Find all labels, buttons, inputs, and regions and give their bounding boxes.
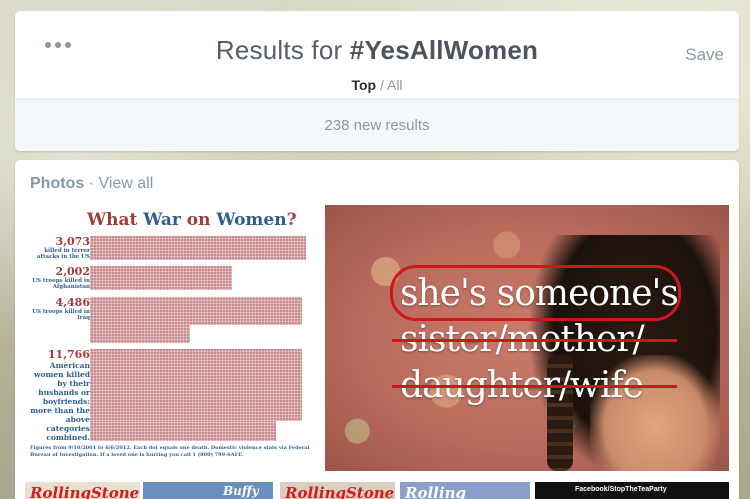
infographic-title-war: War [143,210,181,230]
title-hashtag: #YesAllWomen [349,35,539,65]
photos-label: Photos [30,175,85,192]
infographic-title-mid: on [180,210,217,230]
infographic-title-women: Women [216,210,287,230]
search-results-header: Results for #YesAllWomen Save Top / All … [15,11,739,151]
quote-line-1: she's someone's [390,265,729,321]
title-prefix: Results for [215,35,350,65]
photo-infographic[interactable]: What War on Women? 3,073 killed in terro… [25,205,325,470]
thumb-5[interactable]: Facebook/StopTheTeaParty [535,482,729,499]
stat-afghanistan: 2,002 US troops killed in Afghanistan [30,265,90,290]
photos-header: Photos · View all [30,175,153,193]
thumb-3[interactable]: RollingStone [280,482,395,499]
photos-separator: · [84,175,99,192]
stat-number: 2,002 [55,265,90,278]
page-title: Results for #YesAllWomen [15,35,739,66]
stat-desc: killed in terror attacks in the US [36,248,90,260]
stat-domestic: 11,766 American women killed by their hu… [30,348,90,442]
bar-iraq-bottom [90,325,190,343]
bar-domestic-bottom [90,421,276,441]
filter-separator: / [376,77,387,93]
stat-terror: 3,073 killed in terror attacks in the US [30,235,90,260]
thumb-2-text: Buffy [223,484,259,498]
infographic-title: What War on Women? [87,210,297,230]
infographic-title-q: ? [286,210,297,230]
thumb-4[interactable]: Rolling [400,482,530,499]
thumb-3-text: RollingStone [285,484,395,499]
quote-text: she's someone's sister/mother/ daughter/… [390,265,729,409]
results-filter: Top / All [15,77,739,93]
save-search-button[interactable]: Save [685,45,724,65]
filter-top[interactable]: Top [351,77,376,93]
view-all-link[interactable]: View all [98,175,153,192]
new-results-bar[interactable]: 238 new results [15,99,739,151]
thumb-5-text: Facebook/StopTheTeaParty [575,486,667,493]
thumb-2[interactable]: Buffy [143,482,273,499]
stat-desc: American women killed by their husbands … [30,361,90,442]
thumb-4-text: Rolling [405,484,466,499]
stat-number: 4,486 [55,296,90,309]
filter-all[interactable]: All [387,77,403,93]
infographic-title-pre: What [87,210,144,230]
bar-terror [90,236,306,260]
photo-thumbnail-strip: RollingStone Buffy RollingStone Rolling … [25,482,729,499]
thumb-1-text: RollingStone [30,484,140,499]
thumb-1[interactable]: RollingStone [25,482,140,499]
stat-iraq: 4,486 US troops killed in Iraq [30,296,90,321]
bar-afghanistan [90,266,232,290]
bar-iraq-top [90,297,302,325]
photos-module: Photos · View all What War on Women? 3,0… [15,160,739,499]
stat-desc: US troops killed in Afghanistan [32,278,90,290]
infographic-footnote: Figures from 9/10/2001 to 6/6/2012. Each… [30,445,310,458]
stat-number: 11,766 [47,348,90,361]
stat-desc: US troops killed in Iraq [32,309,90,321]
quote-line-3: daughter/wife [392,363,729,409]
bar-domestic-top [90,349,302,421]
photo-quote-image[interactable]: she's someone's sister/mother/ daughter/… [325,205,729,471]
quote-line-2: sister/mother/ [392,317,729,363]
stat-number: 3,073 [55,235,90,248]
